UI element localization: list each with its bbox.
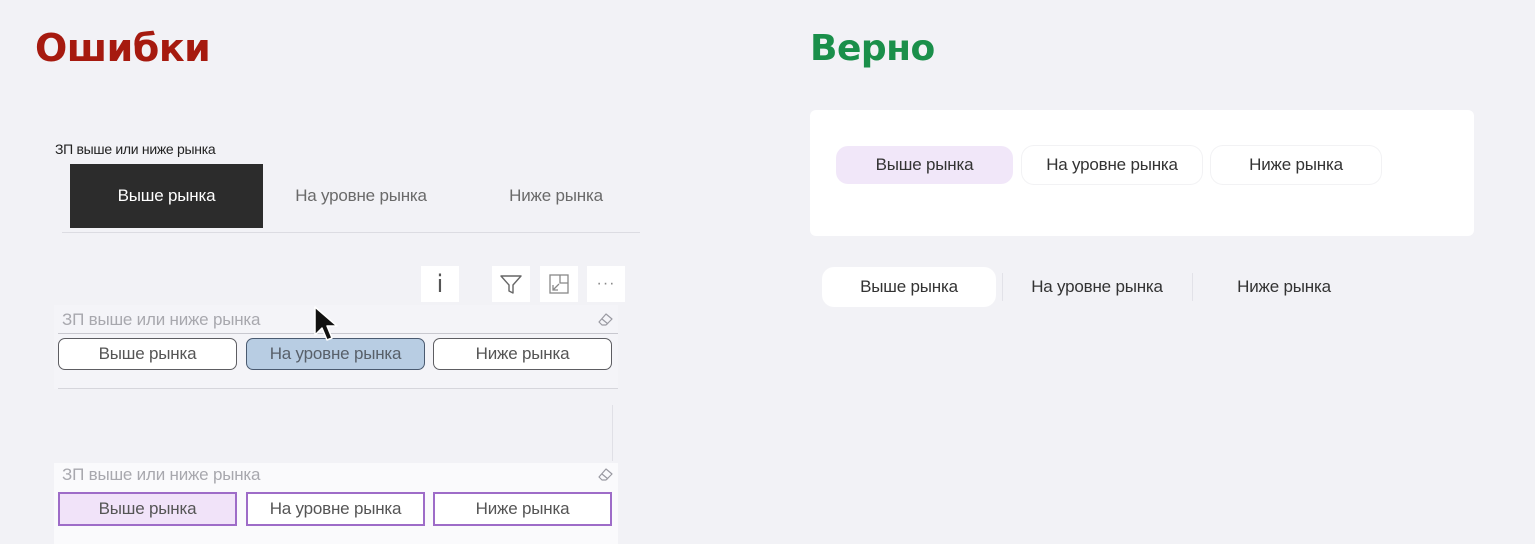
slicer-dark-option-above[interactable]: Выше рынка	[70, 164, 263, 228]
slicer-purple-option-above[interactable]: Выше рынка	[58, 492, 237, 526]
info-icon: i	[436, 270, 444, 298]
more-options-icon: ···	[596, 275, 616, 292]
filter-button[interactable]	[492, 266, 530, 302]
errors-heading: Ошибки	[35, 26, 211, 70]
slicer-dark-option-level[interactable]: На уровне рынка	[268, 164, 454, 228]
slicer-purple-option-level[interactable]: На уровне рынка	[246, 492, 425, 526]
more-options-button[interactable]: ···	[587, 266, 625, 302]
mouse-pointer-icon	[314, 306, 338, 341]
slicer-purple-option-below[interactable]: Ниже рынка	[433, 492, 612, 526]
panel-edge-line	[612, 405, 613, 461]
eraser-icon[interactable]	[596, 466, 614, 482]
slicer-blue-option-below[interactable]: Ниже рынка	[433, 338, 612, 370]
slicer-dark-title: ЗП выше или ниже рынка	[55, 141, 216, 157]
filter-icon	[500, 275, 522, 294]
focus-mode-button[interactable]	[540, 266, 578, 302]
focus-mode-icon	[549, 274, 569, 294]
slicer-purple-title: ЗП выше или ниже рынка	[62, 465, 261, 484]
slicer-blue-bottom-border	[58, 388, 618, 389]
correct-plain-separator	[1002, 273, 1003, 301]
slicer-blue-title: ЗП выше или ниже рынка	[62, 310, 261, 329]
eraser-icon[interactable]	[596, 311, 614, 327]
correct-card-option-level[interactable]: На уровне рынка	[1022, 146, 1202, 184]
slicer-dark-option-below[interactable]: Ниже рынка	[462, 164, 650, 228]
correct-card-option-below[interactable]: Ниже рынка	[1211, 146, 1381, 184]
correct-plain-separator	[1192, 273, 1193, 301]
correct-heading: Верно	[810, 28, 935, 69]
correct-card-option-above[interactable]: Выше рынка	[836, 146, 1013, 184]
correct-plain-option-above[interactable]: Выше рынка	[822, 267, 996, 307]
info-button[interactable]: i	[421, 266, 459, 302]
correct-plain-option-level[interactable]: На уровне рынка	[1007, 267, 1187, 307]
slicer-blue-option-above[interactable]: Выше рынка	[58, 338, 237, 370]
correct-plain-option-below[interactable]: Ниже рынка	[1197, 267, 1371, 307]
slicer-dark-divider	[62, 232, 640, 233]
